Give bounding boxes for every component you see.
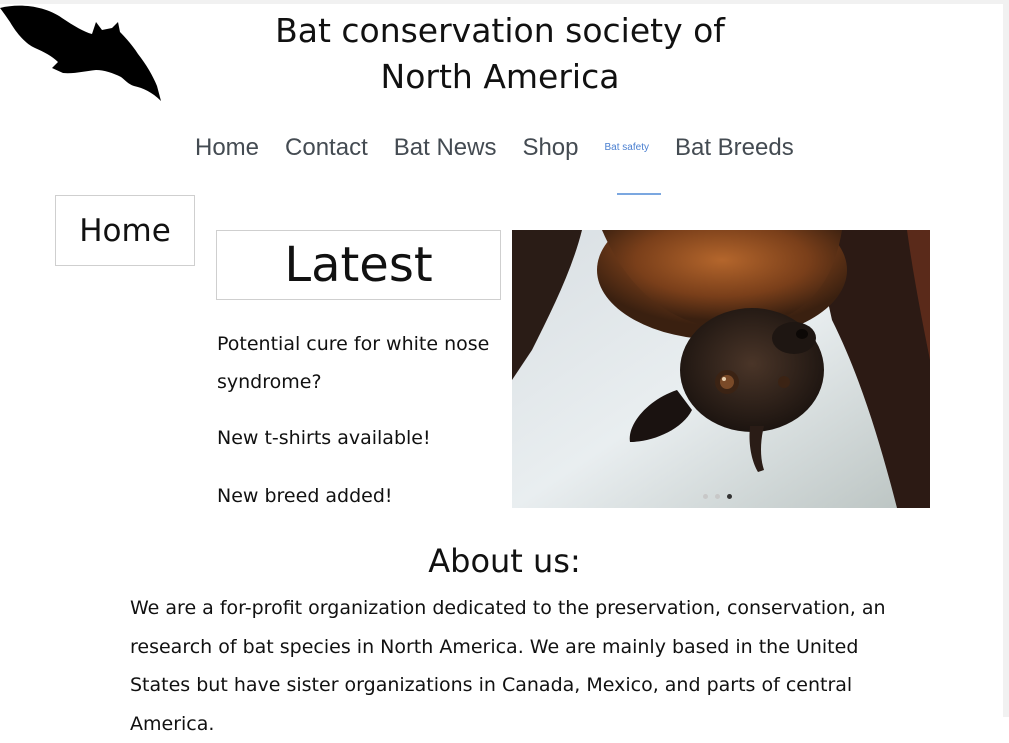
nav-bat-safety[interactable]: Bat safety (605, 142, 649, 155)
home-heading-box: Home (55, 195, 195, 266)
main-nav: Home Contact Bat News Shop Bat safety Ba… (195, 128, 820, 168)
nav-bat-news[interactable]: Bat News (394, 134, 497, 162)
bat-photo (512, 230, 930, 508)
news-item[interactable]: New breed added! (217, 477, 502, 515)
site-title: Bat conservation society of North Americ… (275, 11, 725, 96)
image-carousel[interactable] (512, 230, 930, 508)
nav-active-indicator (617, 193, 661, 195)
about-heading: About us: (428, 542, 581, 580)
scrollbar-track[interactable] (1003, 0, 1009, 717)
bat-silhouette-icon[interactable] (0, 0, 165, 105)
news-list: Potential cure for white nose syndrome? … (217, 325, 502, 533)
nav-shop[interactable]: Shop (522, 134, 578, 162)
carousel-dot[interactable] (703, 494, 708, 499)
latest-heading-box: Latest (216, 230, 501, 300)
nav-contact[interactable]: Contact (285, 134, 368, 162)
carousel-indicators (703, 494, 732, 499)
about-text: We are a for-profit organization dedicat… (130, 597, 886, 735)
nav-home[interactable]: Home (195, 134, 259, 162)
page: Bat conservation society of North Americ… (0, 0, 1009, 735)
news-item[interactable]: Potential cure for white nose syndrome? (217, 325, 502, 401)
carousel-dot-active[interactable] (727, 494, 732, 499)
carousel-dot[interactable] (715, 494, 720, 499)
news-item[interactable]: New t-shirts available! (217, 419, 502, 457)
nav-bat-breeds[interactable]: Bat Breeds (675, 134, 794, 162)
